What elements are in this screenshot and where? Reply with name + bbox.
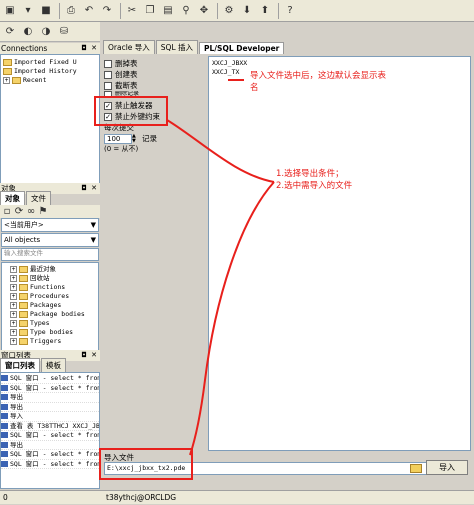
connection-status: t38ythcj@ORCLDG [106, 493, 177, 502]
annotation-overlay [94, 79, 275, 480]
status-left: 0 [3, 493, 8, 502]
connector-curve-top [166, 119, 275, 183]
connector-curve-bottom [189, 181, 275, 456]
highlight-box-options [94, 96, 168, 126]
highlight-box-import-file [99, 448, 193, 480]
status-bar: 0 t38ythcj@ORCLDG [0, 490, 474, 504]
